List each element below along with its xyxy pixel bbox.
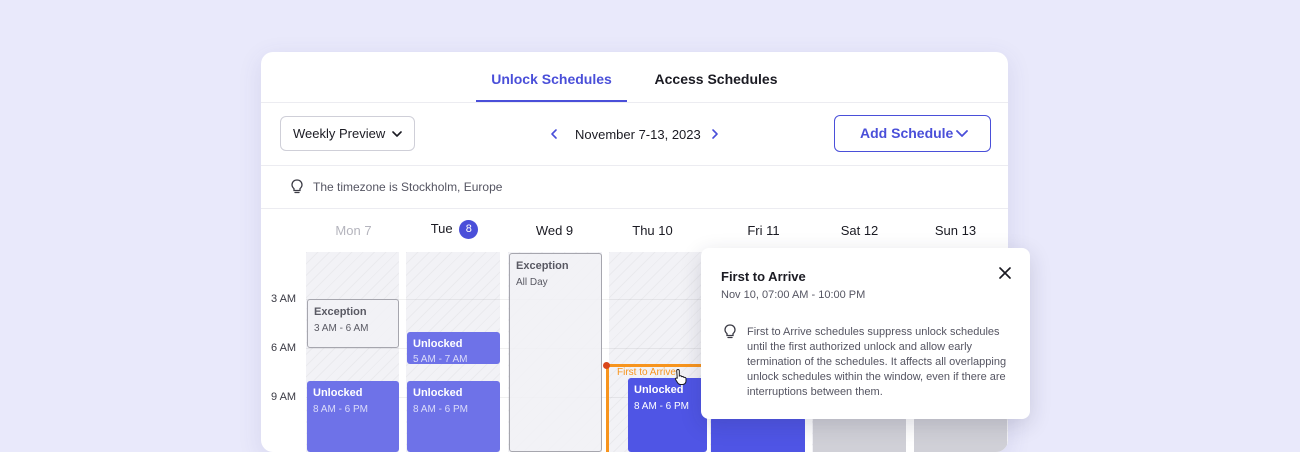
popover-datetime: Nov 10, 07:00 AM - 10:00 PM <box>721 289 866 301</box>
event-exception-wed[interactable]: Exception All Day <box>509 253 602 452</box>
toolbar: Weekly Preview November 7-13, 2023 Add S… <box>261 103 1008 166</box>
event-sat[interactable] <box>813 417 906 452</box>
hand-pointer-icon <box>674 368 687 385</box>
event-time: 8 AM - 6 PM <box>634 401 690 412</box>
view-select[interactable]: Weekly Preview <box>280 116 415 151</box>
popover-title: First to Arrive <box>721 269 806 284</box>
timezone-text: The timezone is Stockholm, Europe <box>313 180 503 194</box>
event-unlocked-mon[interactable]: Unlocked 8 AM - 6 PM <box>307 381 399 452</box>
chevron-down-icon <box>956 130 968 137</box>
event-time: All Day <box>516 277 548 288</box>
event-title: Unlocked <box>413 338 463 350</box>
add-schedule-label: Add Schedule <box>860 125 954 141</box>
event-title: Unlocked <box>313 387 363 399</box>
time-label-3am: 3 AM <box>271 293 297 305</box>
close-icon[interactable] <box>998 266 1012 280</box>
day-header-thu: Thu 10 <box>632 223 673 238</box>
add-schedule-button[interactable]: Add Schedule <box>834 115 991 152</box>
lightbulb-icon <box>291 179 303 194</box>
event-time: 5 AM - 7 AM <box>413 354 468 365</box>
tab-bar: Unlock Schedules Access Schedules <box>261 52 1008 103</box>
active-tab-indicator <box>476 100 627 102</box>
chevron-right-icon[interactable] <box>709 127 721 141</box>
day-header-sun: Sun 13 <box>934 223 977 238</box>
view-select-label: Weekly Preview <box>293 126 386 141</box>
tab-unlock-schedules[interactable]: Unlock Schedules <box>476 52 627 102</box>
first-to-arrive-left-border <box>606 364 609 452</box>
event-title: Exception <box>314 306 367 318</box>
event-sun[interactable] <box>914 417 1007 452</box>
day-headers: Mon 7 Tue 8 Wed 9 Thu 10 Fri 11 Sat 12 S… <box>261 209 1008 251</box>
event-unlocked-tue-early[interactable]: Unlocked 5 AM - 7 AM <box>407 332 500 365</box>
timezone-row: The timezone is Stockholm, Europe <box>261 166 1008 209</box>
time-label-9am: 9 AM <box>271 391 297 403</box>
day-header-wed: Wed 9 <box>535 223 574 238</box>
today-badge: 8 <box>459 220 479 239</box>
day-label-tue: Tue <box>430 220 453 236</box>
event-title: Unlocked <box>413 387 463 399</box>
day-header-tue: Tue 8 <box>407 220 502 239</box>
date-range: November 7-13, 2023 <box>575 127 701 142</box>
first-to-arrive-label[interactable]: First to Arrive <box>617 367 676 378</box>
popover-body: First to Arrive schedules suppress unloc… <box>747 326 1007 398</box>
event-time: 8 AM - 6 PM <box>413 404 469 415</box>
event-title: Unlocked <box>634 384 684 396</box>
event-time: 8 AM - 6 PM <box>313 404 369 415</box>
event-title: Exception <box>516 260 569 272</box>
chevron-left-icon[interactable] <box>548 127 560 141</box>
day-header-mon: Mon 7 <box>335 223 372 238</box>
first-to-arrive-marker <box>603 362 610 369</box>
chevron-down-icon <box>392 131 402 137</box>
event-time: 3 AM - 6 AM <box>314 323 369 334</box>
event-unlocked-thu[interactable]: Unlocked 8 AM - 6 PM <box>628 378 707 452</box>
day-header-sat: Sat 12 <box>840 223 879 238</box>
tab-access-schedules[interactable]: Access Schedules <box>642 52 790 102</box>
lightbulb-icon <box>724 324 736 339</box>
time-label-6am: 6 AM <box>271 342 297 354</box>
event-unlocked-fri[interactable] <box>711 417 805 452</box>
first-to-arrive-popover: First to Arrive Nov 10, 07:00 AM - 10:00… <box>701 248 1030 419</box>
event-exception-mon[interactable]: Exception 3 AM - 6 AM <box>307 299 399 348</box>
event-unlocked-tue[interactable]: Unlocked 8 AM - 6 PM <box>407 381 500 452</box>
day-header-fri: Fri 11 <box>747 223 780 238</box>
